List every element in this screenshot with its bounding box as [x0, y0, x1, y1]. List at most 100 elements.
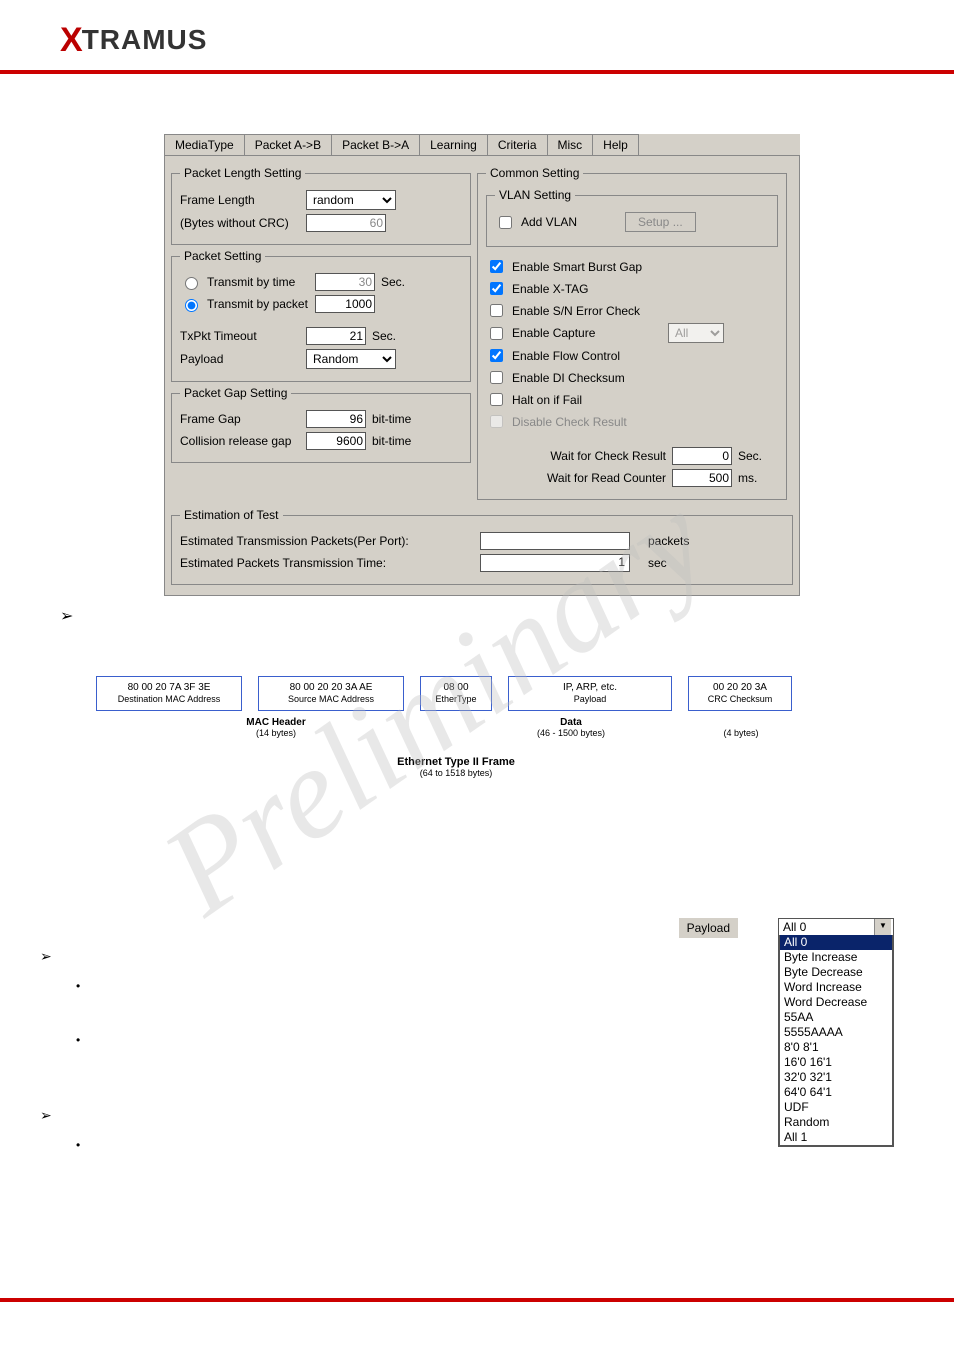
pgs-legend: Packet Gap Setting: [180, 386, 291, 400]
payload-opt-1[interactable]: Byte Increase: [780, 950, 892, 965]
estimation-of-test: Estimation of Test Estimated Transmissio…: [171, 508, 793, 585]
frame-mac-header-label: MAC Header (14 bytes): [96, 717, 456, 738]
setup-button[interactable]: Setup ...: [625, 212, 696, 232]
wait-check-value[interactable]: [672, 447, 732, 465]
payload-fig-selected: All 0: [779, 919, 874, 935]
tab-pane: Packet Length Setting Frame Length rando…: [164, 155, 800, 596]
enable-smart-burst-checkbox[interactable]: [490, 260, 503, 273]
enable-xtag-label: Enable X-TAG: [512, 282, 588, 296]
collision-gap-label: Collision release gap: [180, 434, 300, 448]
transmit-by-packet-radio[interactable]: [185, 299, 198, 312]
enable-sn-error-checkbox[interactable]: [490, 304, 503, 317]
logo-x: X: [60, 21, 84, 60]
disable-check-result-label: Disable Check Result: [512, 415, 627, 429]
txpkt-timeout-label: TxPkt Timeout: [180, 329, 300, 343]
wait-read-label: Wait for Read Counter: [486, 471, 666, 485]
transmit-by-time-unit: Sec.: [381, 275, 405, 289]
payload-select[interactable]: Random: [306, 349, 396, 369]
enable-capture-label: Enable Capture: [512, 326, 662, 340]
tab-help[interactable]: Help: [592, 134, 639, 155]
txpkt-timeout-unit: Sec.: [372, 329, 396, 343]
common-setting: Common Setting VLAN Setting Add VLAN Set…: [477, 166, 787, 500]
est-time-label: Estimated Packets Transmission Time:: [180, 556, 480, 570]
body-bullets: ➢ • • ➢ •: [40, 918, 80, 1152]
est-packets-label: Estimated Transmission Packets(Per Port)…: [180, 534, 480, 548]
est-time-unit: sec: [648, 556, 667, 570]
payload-opt-11[interactable]: UDF: [780, 1100, 892, 1115]
frame-bottom-label: Ethernet Type II Frame (64 to 1518 bytes…: [96, 756, 816, 778]
add-vlan-checkbox[interactable]: [499, 216, 512, 229]
frame-length-label: Frame Length: [180, 193, 300, 207]
frame-payload: IP, ARP, etc. Payload: [508, 676, 672, 711]
tab-criteria[interactable]: Criteria: [487, 134, 548, 155]
frame-dest-mac: 80 00 20 7A 3F 3E Destination MAC Addres…: [96, 676, 242, 711]
frame-data-label: Data (46 - 1500 bytes): [456, 717, 686, 738]
enable-flow-control-checkbox[interactable]: [490, 349, 503, 362]
wait-read-value[interactable]: [672, 469, 732, 487]
transmit-by-packet-label: Transmit by packet: [207, 297, 309, 311]
packet-setting: Packet Setting Transmit by time Sec. Tra…: [171, 249, 471, 382]
dialog: MediaType Packet A->B Packet B->A Learni…: [164, 134, 800, 596]
tab-mediatype[interactable]: MediaType: [164, 134, 245, 155]
frame-ethertype: 08 00 EtherType: [420, 676, 492, 711]
frame-length-select[interactable]: random: [306, 190, 396, 210]
enable-capture-checkbox[interactable]: [490, 327, 503, 340]
frame-crc: 00 20 20 3A CRC Checksum: [688, 676, 792, 711]
enable-di-checksum-label: Enable DI Checksum: [512, 371, 625, 385]
logo-text: TRAMUS: [82, 24, 208, 56]
tab-strip: MediaType Packet A->B Packet B->A Learni…: [164, 134, 800, 155]
frame-gap-label: Frame Gap: [180, 412, 300, 426]
est-legend: Estimation of Test: [180, 508, 283, 522]
ps-legend: Packet Setting: [180, 249, 265, 263]
payload-opt-13[interactable]: All 1: [780, 1130, 892, 1145]
payload-opt-9[interactable]: 32'0 32'1: [780, 1070, 892, 1085]
payload-opt-8[interactable]: 16'0 16'1: [780, 1055, 892, 1070]
vlan-setting: VLAN Setting Add VLAN Setup ...: [486, 188, 778, 247]
payload-opt-2[interactable]: Byte Decrease: [780, 965, 892, 980]
payload-opt-12[interactable]: Random: [780, 1115, 892, 1130]
halt-on-fail-checkbox[interactable]: [490, 393, 503, 406]
frame-crc-label: (4 bytes): [686, 717, 796, 738]
payload-opt-4[interactable]: Word Decrease: [780, 995, 892, 1010]
tab-learning[interactable]: Learning: [419, 134, 488, 155]
collision-gap-value[interactable]: [306, 432, 366, 450]
disable-check-result-checkbox: [490, 415, 503, 428]
est-time-value: 1: [480, 554, 630, 572]
add-vlan-label: Add VLAN: [521, 215, 619, 229]
logo: XTRAMUS: [60, 21, 207, 60]
payload-opt-10[interactable]: 64'0 64'1: [780, 1085, 892, 1100]
chevron-down-icon[interactable]: ▼: [874, 919, 891, 935]
tab-packet-ab[interactable]: Packet A->B: [244, 134, 332, 155]
frame-gap-unit: bit-time: [372, 412, 411, 426]
payload-opt-0[interactable]: All 0: [780, 935, 892, 950]
bytes-without-crc-label: (Bytes without CRC): [180, 216, 300, 230]
payload-fig-label: Payload: [679, 918, 738, 938]
txpkt-timeout-value[interactable]: [306, 327, 366, 345]
frame-gap-value[interactable]: [306, 410, 366, 428]
packet-gap-setting: Packet Gap Setting Frame Gap bit-time Co…: [171, 386, 471, 463]
collision-gap-unit: bit-time: [372, 434, 411, 448]
ethernet-frame-diagram: 80 00 20 7A 3F 3E Destination MAC Addres…: [96, 676, 816, 778]
payload-fig-options[interactable]: All 0 Byte Increase Byte Decrease Word I…: [779, 935, 893, 1146]
payload-opt-5[interactable]: 55AA: [780, 1010, 892, 1025]
enable-flow-control-label: Enable Flow Control: [512, 349, 620, 363]
payload-opt-3[interactable]: Word Increase: [780, 980, 892, 995]
enable-di-checksum-checkbox[interactable]: [490, 371, 503, 384]
payload-opt-6[interactable]: 5555AAAA: [780, 1025, 892, 1040]
packet-length-setting: Packet Length Setting Frame Length rando…: [171, 166, 471, 245]
tab-packet-ba[interactable]: Packet B->A: [331, 134, 420, 155]
transmit-by-time-radio[interactable]: [185, 277, 198, 290]
est-packets-unit: packets: [648, 534, 689, 548]
wait-read-unit: ms.: [738, 471, 757, 485]
halt-on-fail-label: Halt on if Fail: [512, 393, 582, 407]
transmit-by-packet-value[interactable]: [315, 295, 375, 313]
frame-src-mac: 80 00 20 20 3A AE Source MAC Address: [258, 676, 404, 711]
enable-xtag-checkbox[interactable]: [490, 282, 503, 295]
bytes-value: [306, 214, 386, 232]
transmit-by-time-label: Transmit by time: [207, 275, 309, 289]
tab-misc[interactable]: Misc: [547, 134, 594, 155]
est-packets-value: [480, 532, 630, 550]
payload-opt-7[interactable]: 8'0 8'1: [780, 1040, 892, 1055]
payload-fig-dropdown[interactable]: All 0 ▼ All 0 Byte Increase Byte Decreas…: [778, 918, 894, 1147]
pls-legend: Packet Length Setting: [180, 166, 305, 180]
